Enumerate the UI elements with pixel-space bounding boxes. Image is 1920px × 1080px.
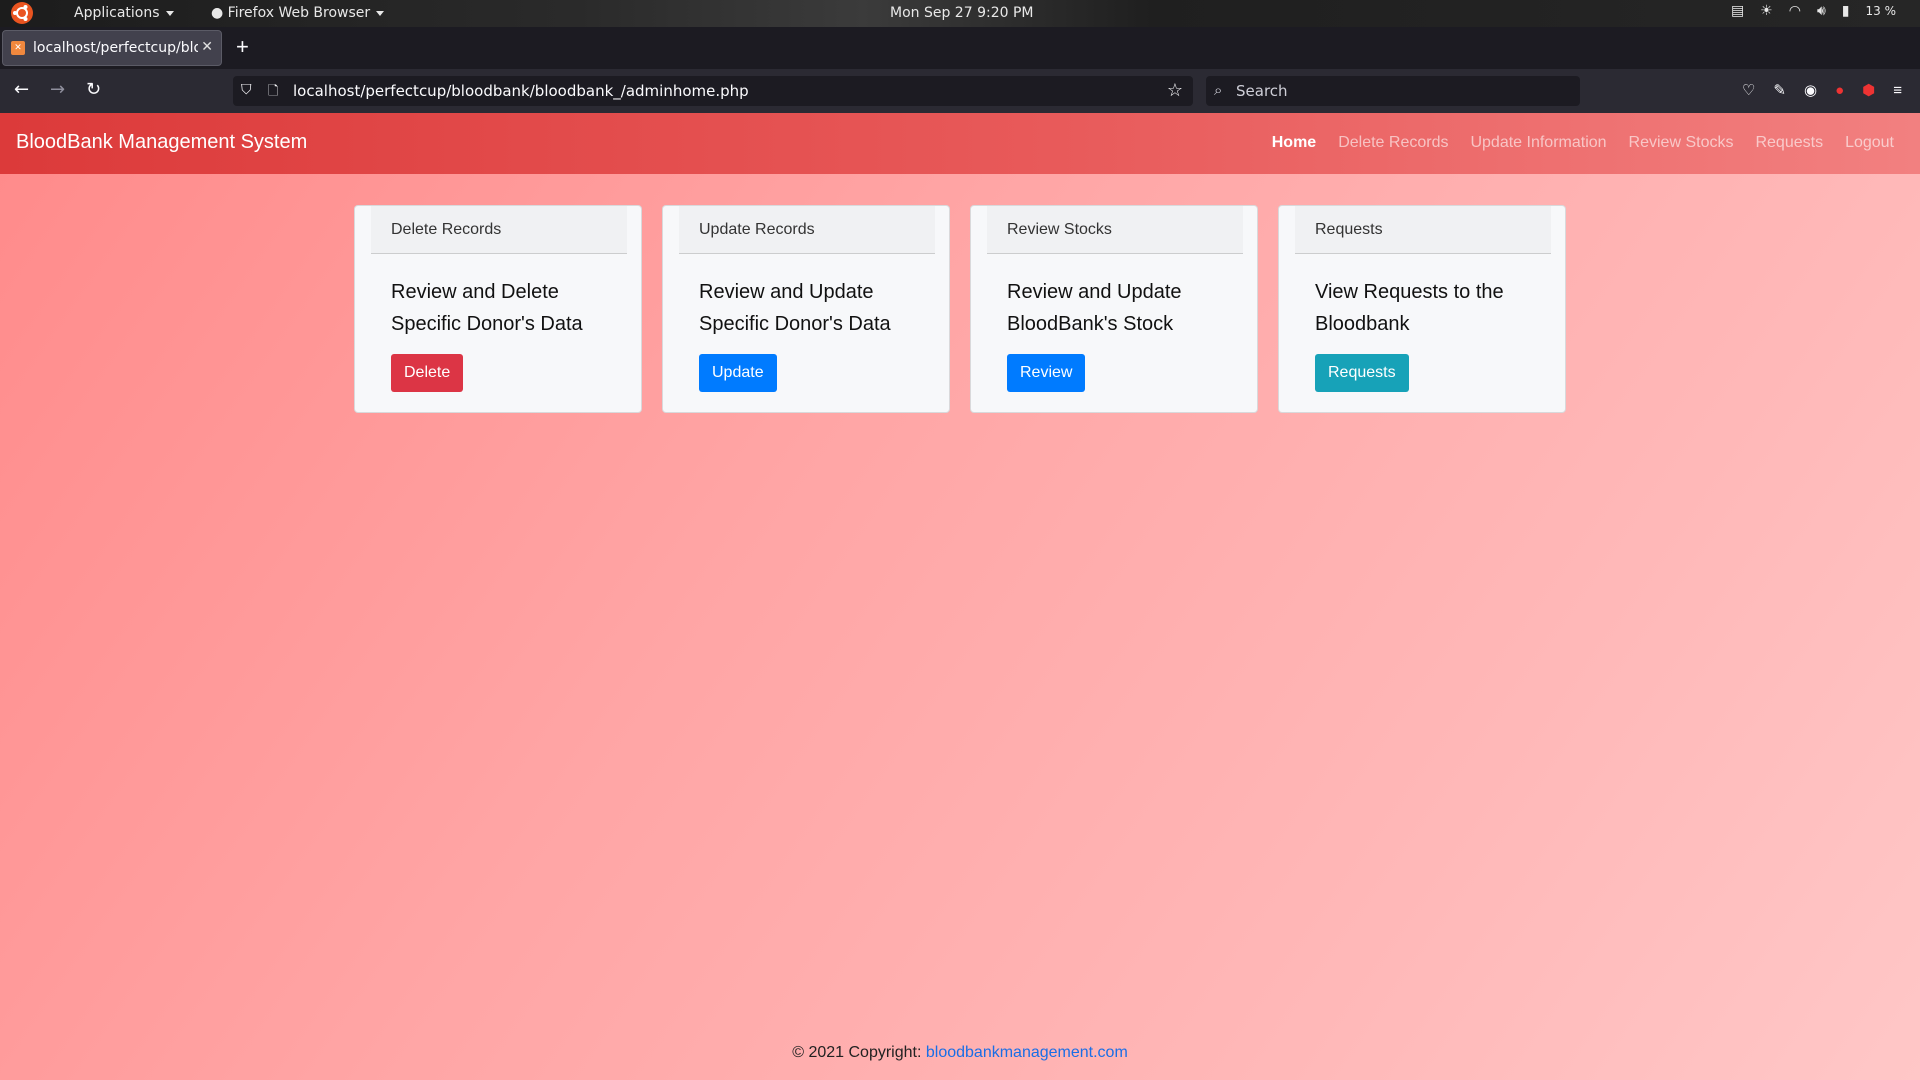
footer-link[interactable]: bloodbankmanagement.com (926, 1044, 1128, 1061)
requests-button[interactable]: Requests (1315, 354, 1409, 392)
battery-icon: ▮ (1841, 3, 1850, 19)
search-placeholder: Search (1236, 82, 1288, 100)
volume-icon: 🔊︎ (1816, 3, 1826, 19)
copyright-text: © 2021 Copyright: (792, 1044, 922, 1061)
nav-update-information[interactable]: Update Information (1470, 134, 1606, 152)
nav-logout[interactable]: Logout (1845, 134, 1894, 152)
tab-title: localhost/perfectcup/bloodbank/bloodbank… (33, 40, 198, 56)
page-content: BloodBank Management System Home Delete … (0, 113, 1920, 1080)
card-review-stocks: Review Stocks Review and Update BloodBan… (970, 205, 1258, 413)
brightness-icon: ☀ (1760, 3, 1773, 19)
bookmark-star-icon[interactable]: ☆ (1167, 80, 1183, 101)
adblock-icon[interactable]: ⬢ (1862, 81, 1875, 99)
footer: © 2021 Copyright: bloodbankmanagement.co… (0, 1044, 1920, 1062)
update-button[interactable]: Update (699, 354, 777, 392)
reload-icon[interactable]: ↻ (86, 79, 101, 100)
nav-review-stocks[interactable]: Review Stocks (1629, 134, 1734, 152)
xampp-favicon-icon: ✕ (11, 41, 25, 55)
nav-delete-records[interactable]: Delete Records (1338, 134, 1448, 152)
menu-icon[interactable]: ≡ (1893, 82, 1902, 99)
browser-toolbar: ← → ↻ ⛉ 🗋 localhost/perfectcup/bloodbank… (0, 69, 1920, 114)
tab-strip: ✕ localhost/perfectcup/bloodbank/bloodba… (0, 27, 1920, 83)
card-text: Review and Update Specific Donor's Data (699, 281, 891, 335)
card-row: Delete Records Review and Delete Specifi… (354, 205, 1566, 413)
card-header: Delete Records (371, 206, 627, 254)
nav-links: Home Delete Records Update Information R… (1272, 134, 1894, 152)
card-header: Requests (1295, 206, 1551, 254)
extension-icon[interactable]: ● (1835, 82, 1844, 99)
card-text: View Requests to the Bloodbank (1315, 281, 1504, 335)
chevron-down-icon (165, 10, 174, 16)
back-arrow-icon[interactable]: ← (14, 79, 29, 100)
card-text: Review and Delete Specific Donor's Data (391, 281, 583, 335)
card-header: Update Records (679, 206, 935, 254)
applications-menu[interactable]: Applications (74, 5, 174, 21)
page-icon[interactable]: 🗋 (268, 82, 278, 104)
app-navbar: BloodBank Management System Home Delete … (0, 113, 1920, 174)
nav-home[interactable]: Home (1272, 134, 1316, 152)
card-requests: Requests View Requests to the Bloodbank … (1278, 205, 1566, 413)
chevron-down-icon (376, 10, 385, 16)
os-top-bar: Applications ● Firefox Web Browser Mon S… (0, 0, 1920, 27)
url-bar[interactable]: ⛉ 🗋 localhost/perfectcup/bloodbank/blood… (233, 76, 1193, 106)
browser-app-menu[interactable]: ● Firefox Web Browser (211, 5, 385, 21)
browser-app-label: Firefox Web Browser (227, 5, 371, 21)
search-icon: ⌕ (1214, 81, 1223, 99)
tab-adminhome[interactable]: ✕ localhost/perfectcup/bloodbank/bloodba… (2, 30, 222, 66)
extension-icon[interactable]: ◉ (1804, 81, 1817, 99)
clock[interactable]: Mon Sep 27 9:20 PM (890, 5, 1033, 21)
review-button[interactable]: Review (1007, 354, 1086, 392)
new-tab-button[interactable]: + (236, 34, 249, 60)
pocket-icon[interactable]: ♡ (1742, 81, 1755, 99)
extension-icons: ♡ ✎ ◉ ● ⬢ ≡ (1742, 81, 1902, 100)
url-text[interactable]: localhost/perfectcup/bloodbank/bloodbank… (293, 82, 749, 100)
battery-level: 13 % (1865, 4, 1897, 18)
nav-requests[interactable]: Requests (1755, 134, 1823, 152)
card-update-records: Update Records Review and Update Specifi… (662, 205, 950, 413)
card-header: Review Stocks (987, 206, 1243, 254)
search-input[interactable]: ⌕ Search (1206, 76, 1580, 106)
extension-icon[interactable]: ✎ (1773, 81, 1786, 99)
forward-arrow-icon[interactable]: → (50, 79, 65, 100)
tracking-shield-icon[interactable]: ⛉ (241, 82, 252, 98)
delete-button[interactable]: Delete (391, 354, 464, 392)
ubuntu-logo-icon[interactable] (10, 1, 34, 25)
card-delete-records: Delete Records Review and Delete Specifi… (354, 205, 642, 413)
brand[interactable]: BloodBank Management System (16, 131, 307, 154)
wifi-icon: ◠ (1788, 3, 1801, 19)
clipboard-icon[interactable]: ▤ (1731, 3, 1744, 19)
card-text: Review and Update BloodBank's Stock (1007, 281, 1182, 335)
applications-label: Applications (74, 5, 160, 21)
close-icon[interactable]: ✕ (201, 39, 213, 55)
firefox-icon: ● (211, 5, 224, 21)
system-tray[interactable]: ▤ ☀ ◠ 🔊︎ ▮ 13 % (1731, 3, 1896, 19)
